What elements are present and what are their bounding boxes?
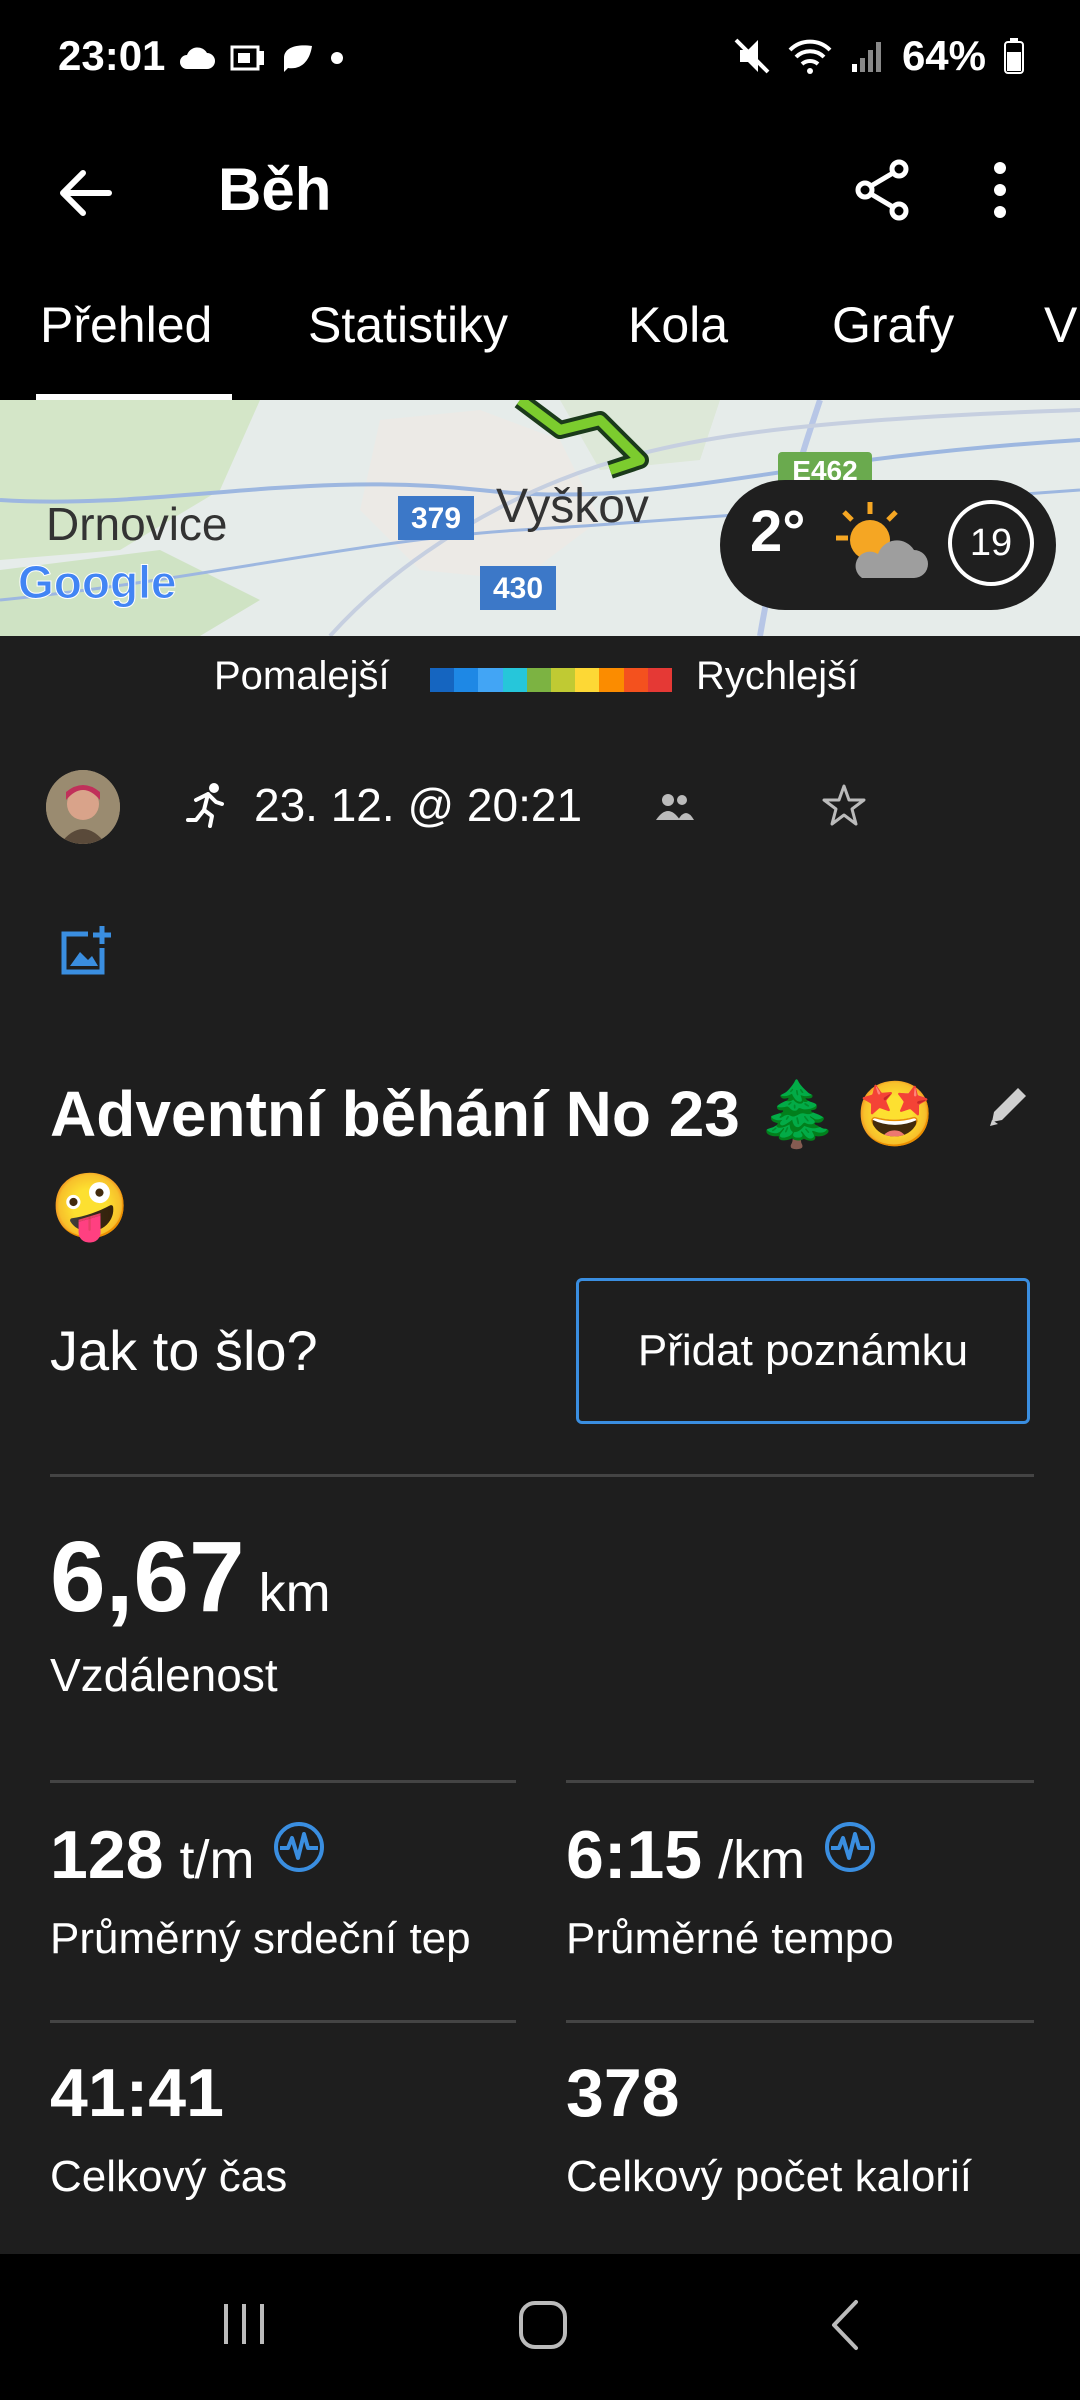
pace-value: 6:15 xyxy=(566,1817,703,1893)
google-logo: Google xyxy=(18,556,176,608)
pace-color-swatch xyxy=(575,668,600,692)
mute-icon xyxy=(734,38,770,74)
heart-rate-pulse-icon[interactable] xyxy=(272,1820,326,1874)
road-label-379: 379 xyxy=(411,502,461,535)
battery-percent: 64% xyxy=(901,32,986,79)
how-did-it-go-label: Jak to šlo? xyxy=(50,1319,318,1382)
cloud-icon xyxy=(180,47,215,69)
calories-label: Celkový počet kalorií xyxy=(566,2152,972,2201)
pace-color-scale xyxy=(430,668,673,692)
distance-unit: km xyxy=(258,1563,331,1623)
pace-label: Průměrné tempo xyxy=(566,1914,894,1963)
tab-bar: Přehled Statistiky Kola Grafy V xyxy=(0,280,1080,400)
tab-kola[interactable]: Kola xyxy=(628,280,728,400)
avatar-image xyxy=(46,770,120,844)
heart-rate-value: 128 xyxy=(50,1817,164,1893)
pace-color-swatch xyxy=(430,668,455,692)
edit-pencil-icon[interactable] xyxy=(982,1080,1034,1132)
home-icon[interactable] xyxy=(516,2298,570,2352)
screen-icon xyxy=(230,45,264,71)
pace-color-swatch xyxy=(551,668,576,692)
leaf-icon xyxy=(284,45,312,72)
status-time: 23:01 xyxy=(58,32,166,79)
divider xyxy=(50,2020,516,2023)
share-icon xyxy=(855,159,909,221)
pace-unit: /km xyxy=(718,1830,806,1890)
divider xyxy=(566,2020,1034,2023)
tab-grafy[interactable]: Grafy xyxy=(832,280,954,400)
add-note-button[interactable]: Přidat poznámku xyxy=(576,1278,1030,1424)
partly-cloudy-icon xyxy=(836,502,928,578)
town-label-drnovice: Drnovice xyxy=(46,498,228,550)
recent-apps-icon[interactable] xyxy=(218,2298,270,2350)
pace-color-swatch xyxy=(647,668,673,692)
status-bar: 23:01 64% xyxy=(0,0,1080,120)
dot-icon xyxy=(331,52,343,64)
pace-pulse-icon[interactable] xyxy=(823,1820,877,1874)
more-vertical-icon xyxy=(994,162,1006,218)
people-icon[interactable] xyxy=(654,786,694,826)
pace-color-swatch xyxy=(526,668,552,692)
distance-label: Vzdálenost xyxy=(50,1649,278,1701)
legend-fast-label: Rychlejší xyxy=(696,654,859,698)
arrow-left-icon xyxy=(60,170,112,216)
heart-rate-value-group: 128 t/m xyxy=(50,1816,326,1894)
tab-prehled[interactable]: Přehled xyxy=(40,280,212,400)
activity-name: Adventní běhání No 23 🌲 🤩🤪 xyxy=(50,1078,935,1242)
signal-icon xyxy=(851,42,881,72)
app-bar: Běh xyxy=(0,120,1080,280)
back-nav-icon[interactable] xyxy=(826,2298,866,2352)
status-left-icons xyxy=(178,34,344,82)
share-button[interactable] xyxy=(838,140,928,240)
tab-statistiky[interactable]: Statistiky xyxy=(308,280,508,400)
pace-color-swatch xyxy=(454,668,479,692)
avatar[interactable] xyxy=(46,770,120,844)
road-label-430: 430 xyxy=(493,572,543,605)
back-button[interactable] xyxy=(40,148,130,238)
pace-legend: Pomalejší Rychlejší xyxy=(0,636,1080,724)
add-photo-icon[interactable] xyxy=(58,922,114,978)
divider xyxy=(50,1780,516,1783)
heart-rate-label: Průměrný srdeční tep xyxy=(50,1914,471,1963)
pace-color-swatch xyxy=(623,668,648,692)
pace-color-swatch xyxy=(502,668,527,692)
distance-value: 6,67 xyxy=(50,1521,245,1633)
divider xyxy=(50,1474,1034,1477)
running-icon xyxy=(186,783,224,828)
temperature: 2° xyxy=(750,499,806,564)
page-title: Běh xyxy=(218,156,332,223)
route-map[interactable]: E462 379 430 Drnovice Vyškov Google 2° 1… xyxy=(0,400,1080,636)
weather-badge: 2° 19 xyxy=(720,480,1056,610)
legend-slow-label: Pomalejší xyxy=(214,654,390,698)
calories-value: 378 xyxy=(566,2055,680,2131)
lap-count-badge: 19 xyxy=(948,500,1034,586)
pace-color-swatch xyxy=(599,668,624,692)
system-nav-bar xyxy=(0,2254,1080,2400)
battery-icon xyxy=(1004,38,1024,74)
tab-partial[interactable]: V xyxy=(1044,280,1077,400)
pace-value-group: 6:15 /km xyxy=(566,1816,877,1894)
more-options-button[interactable] xyxy=(970,140,1030,240)
divider xyxy=(566,1780,1034,1783)
status-right: 64% xyxy=(734,32,1024,80)
wifi-icon xyxy=(788,39,832,74)
heart-rate-unit: t/m xyxy=(179,1830,255,1890)
pace-color-swatch xyxy=(478,668,503,692)
town-label-vyskov: Vyškov xyxy=(496,480,649,533)
total-time-value: 41:41 xyxy=(50,2055,224,2131)
total-time-label: Celkový čas xyxy=(50,2152,288,2201)
activity-date: 23. 12. @ 20:21 xyxy=(254,779,583,831)
favorite-star-icon[interactable] xyxy=(818,780,870,832)
distance-value-group: 6,67 km xyxy=(50,1520,331,1635)
